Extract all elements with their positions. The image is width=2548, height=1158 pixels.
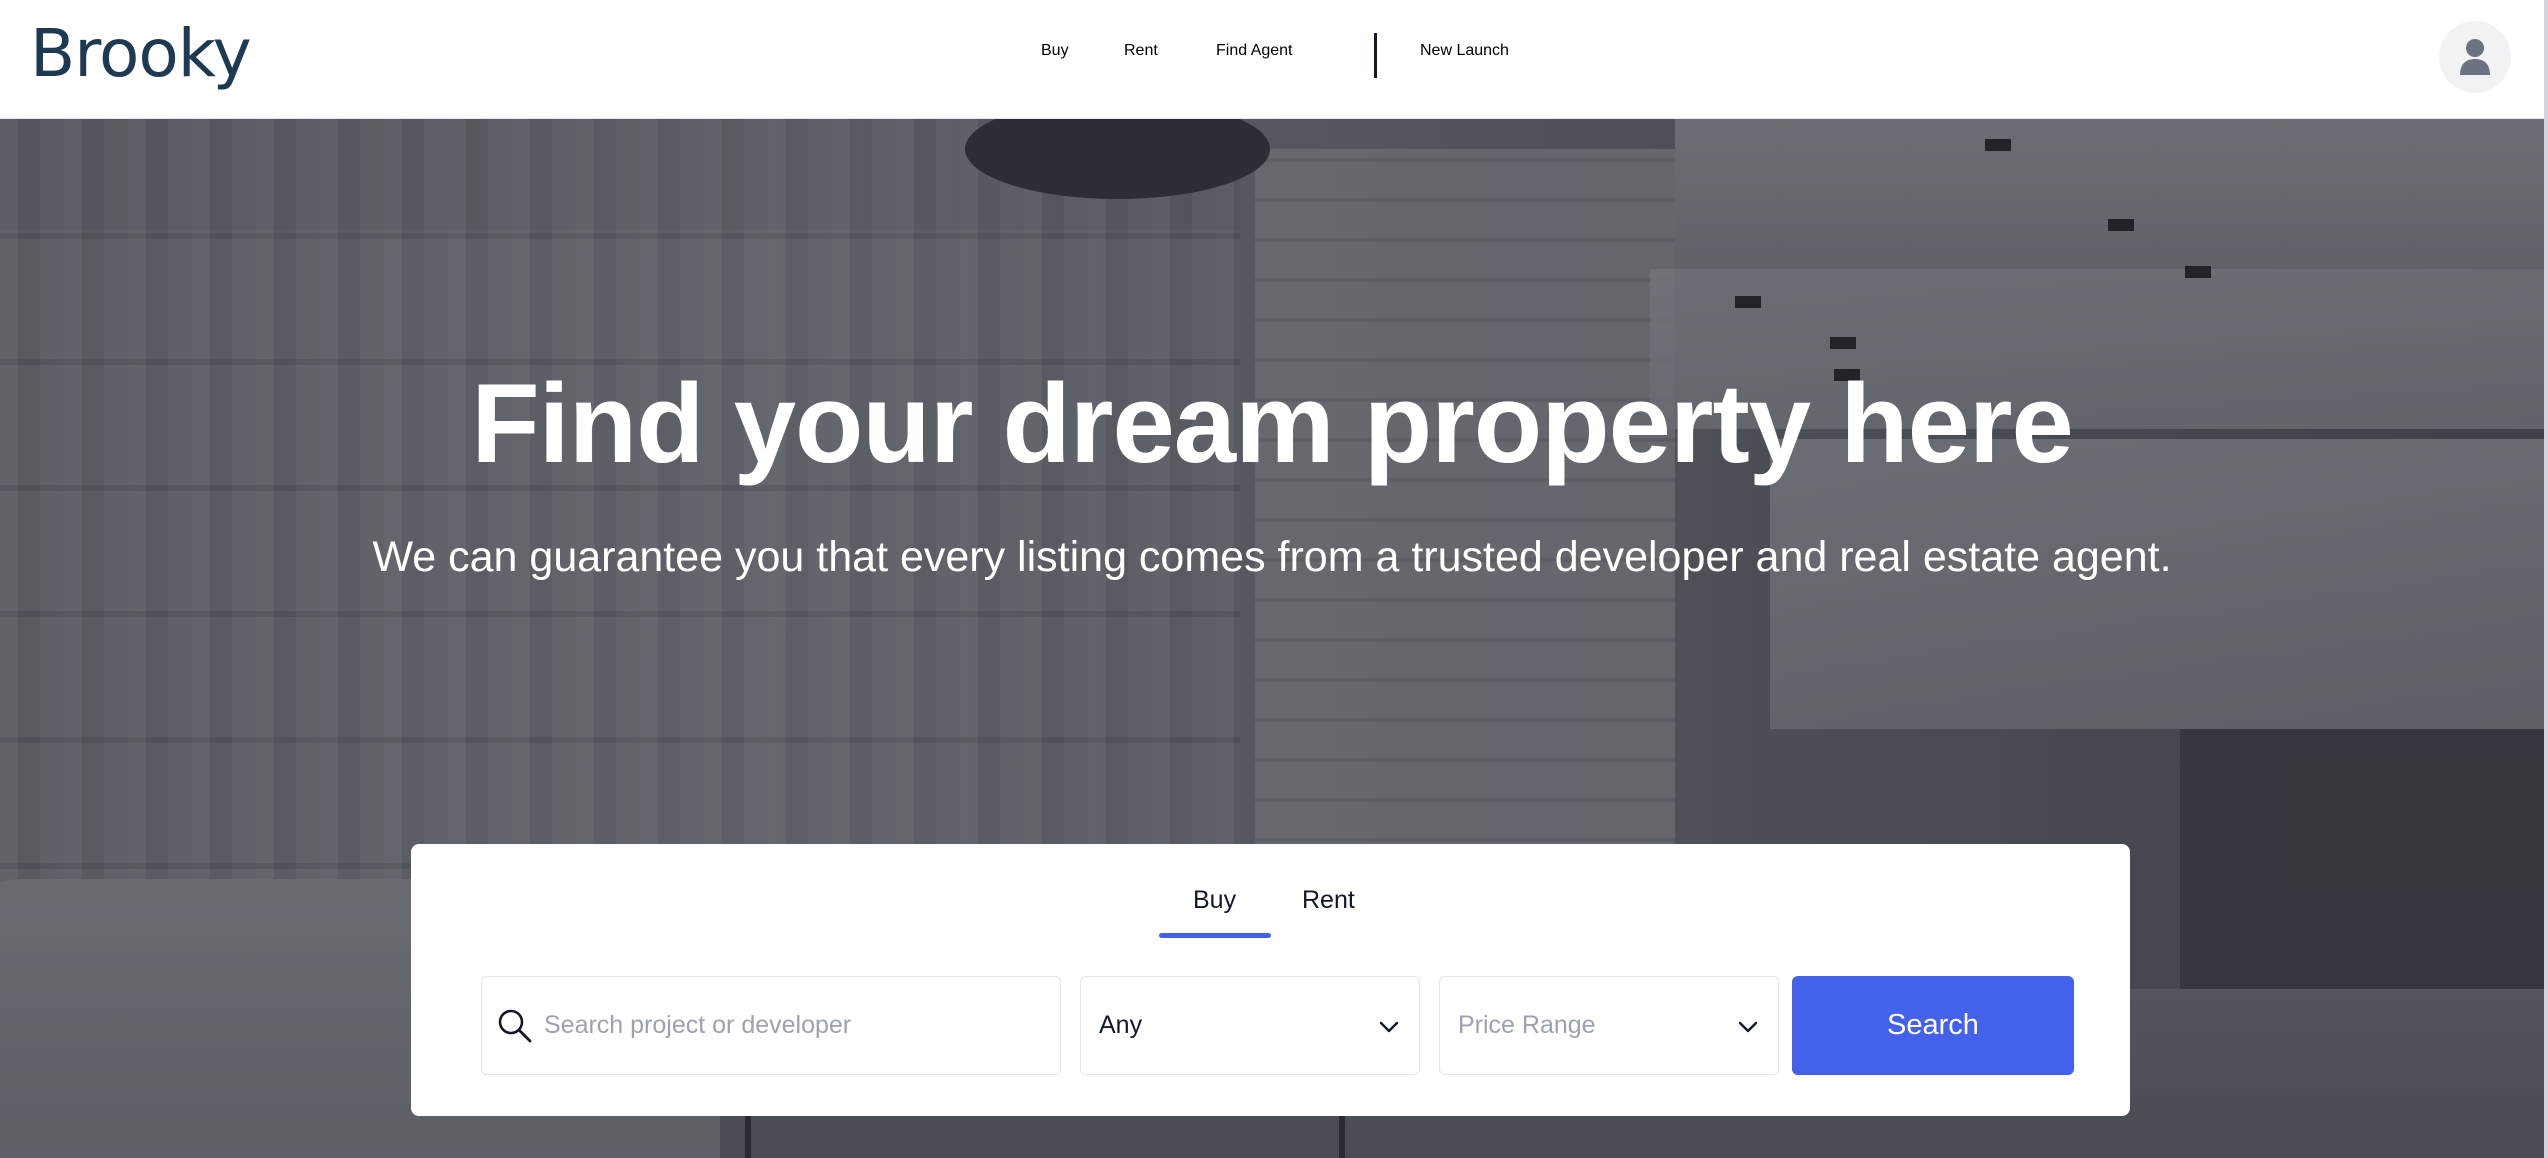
nav-link-find-agent[interactable]: Find Agent [1216,42,1293,60]
active-tab-indicator [1159,933,1271,938]
top-navbar: Brooky Buy Rent Find Agent New Launch [0,0,2548,119]
page-scrollbar[interactable] [2544,0,2548,1158]
nav-link-buy[interactable]: Buy [1041,42,1069,60]
search-input[interactable] [544,977,1044,1074]
property-type-value: Any [1099,1011,1143,1039]
search-card: Buy Rent Any Price Range Search [411,844,2130,1116]
hero-subtitle: We can guarantee you that every listing … [372,533,2172,581]
price-range-placeholder: Price Range [1458,1011,1596,1039]
price-range-select[interactable]: Price Range [1439,976,1779,1075]
hero-section: Find your dream property here We can gua… [0,119,2544,1158]
user-icon [2460,39,2490,75]
tab-buy[interactable]: Buy [1193,886,1236,915]
nav-link-new-launch[interactable]: New Launch [1420,42,1509,60]
search-icon [498,1009,532,1043]
search-button[interactable]: Search [1792,976,2074,1075]
hero-title: Find your dream property here [471,361,2074,486]
property-type-select[interactable]: Any [1080,976,1420,1075]
search-field[interactable] [481,976,1061,1075]
brand-logo[interactable]: Brooky [30,14,252,94]
chevron-down-icon [1738,1021,1758,1033]
user-avatar-button[interactable] [2439,21,2511,93]
tab-rent[interactable]: Rent [1302,886,1355,915]
chevron-down-icon [1379,1021,1399,1033]
nav-divider [1374,33,1377,78]
nav-link-rent[interactable]: Rent [1124,42,1158,60]
